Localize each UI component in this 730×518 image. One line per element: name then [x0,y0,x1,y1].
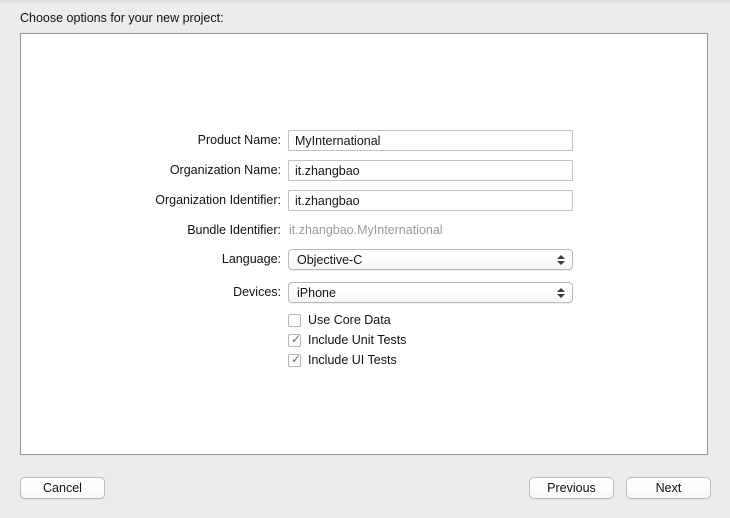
use-core-data-checkbox[interactable] [288,314,301,327]
label-organization-identifier: Organization Identifier: [155,193,281,207]
dialog-title: Choose options for your new project: [20,11,224,25]
bundle-identifier-value: it.zhangbao.MyInternational [289,223,443,237]
label-devices: Devices: [233,285,281,299]
options-panel: Product Name: Organization Name: Organiz… [20,33,708,455]
include-unit-tests-checkbox[interactable]: ✓ [288,332,302,347]
checkmark-icon: ✓ [291,352,302,366]
form-row-devices: Devices: iPhone [21,282,709,303]
label-bundle-identifier: Bundle Identifier: [187,223,281,237]
previous-button[interactable]: Previous [529,477,614,499]
next-button[interactable]: Next [626,477,711,499]
form-row-language: Language: Objective-C [21,249,709,270]
organization-identifier-input[interactable] [288,190,573,211]
use-core-data-label: Use Core Data [308,313,391,327]
label-product-name: Product Name: [197,133,281,147]
include-unit-tests-label: Include Unit Tests [308,333,407,347]
cancel-button[interactable]: Cancel [20,477,105,499]
form-row-product-name: Product Name: [21,130,709,151]
chevron-up-down-icon [555,283,566,303]
label-language: Language: [221,252,281,266]
window-top-strip [0,0,730,4]
form-row-organization-identifier: Organization Identifier: [21,190,709,211]
product-name-input[interactable] [288,130,573,151]
language-select[interactable]: Objective-C [288,249,573,270]
form-row-bundle-identifier: Bundle Identifier: it.zhangbao.MyInterna… [21,220,709,241]
label-organization-name: Organization Name: [169,163,281,177]
include-ui-tests-label: Include UI Tests [308,353,397,367]
language-selected-value: Objective-C [297,253,363,267]
form-row-organization-name: Organization Name: [21,160,709,181]
devices-select[interactable]: iPhone [288,282,573,303]
checkmark-icon: ✓ [291,332,302,346]
devices-selected-value: iPhone [297,286,336,300]
include-ui-tests-checkbox[interactable]: ✓ [288,352,302,367]
organization-name-input[interactable] [288,160,573,181]
chevron-up-down-icon [555,250,566,270]
